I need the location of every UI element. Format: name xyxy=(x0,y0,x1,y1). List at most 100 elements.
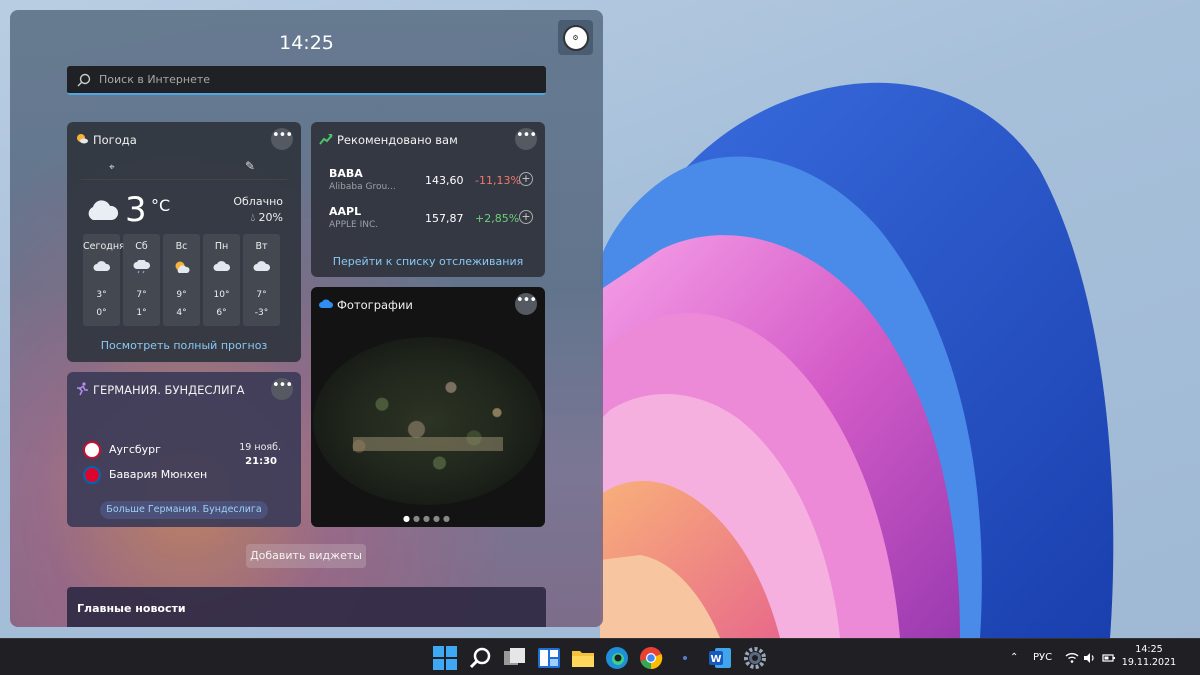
team-row[interactable]: Аугсбург xyxy=(83,441,161,459)
onedrive-cloud-icon xyxy=(319,299,333,308)
precipitation: 💧︎ 20% xyxy=(251,211,283,225)
cloud-icon xyxy=(253,261,271,271)
weather-title: Погода xyxy=(93,133,137,147)
clock-date: 19.11.2021 xyxy=(1121,657,1177,668)
settings-icon[interactable] xyxy=(742,645,768,671)
cloud-icon xyxy=(213,261,231,271)
cloud-icon xyxy=(88,200,119,220)
match-date: 19 нояб. xyxy=(239,442,281,453)
stocks-more-button[interactable]: ••• xyxy=(515,128,537,150)
stock-symbol: AAPL xyxy=(329,205,362,218)
add-widgets-button[interactable]: Добавить виджеты xyxy=(246,544,366,568)
day-low: 6° xyxy=(216,308,227,318)
add-to-watchlist-icon[interactable]: + xyxy=(519,210,533,224)
day-name: Вс xyxy=(175,241,188,252)
user-avatar[interactable]: ⚙ xyxy=(558,20,593,55)
clock-time: 14:25 xyxy=(1135,644,1163,655)
day-high: 9° xyxy=(176,290,187,300)
photo-detail xyxy=(353,437,503,451)
day-low: -3° xyxy=(254,308,269,318)
weather-condition: Облачно xyxy=(233,195,283,208)
augsburg-logo-icon xyxy=(83,441,101,459)
day-name: Сегодня xyxy=(83,241,125,252)
word-icon[interactable]: W xyxy=(707,645,733,671)
taskbar-clock[interactable]: 14:25 19.11.2021 xyxy=(1120,643,1178,669)
start-icon[interactable] xyxy=(432,645,458,671)
photo-image[interactable] xyxy=(313,337,543,505)
search-input[interactable] xyxy=(99,73,519,86)
file-explorer-icon[interactable] xyxy=(570,645,596,671)
stock-row[interactable]: AAPL APPLE INC. 157,87 +2,85% + xyxy=(329,205,533,237)
partly-sunny-icon xyxy=(175,261,190,273)
team-row[interactable]: Бавария Мюнхен xyxy=(83,466,207,484)
photos-title: Фотографии xyxy=(337,298,413,312)
volume-icon[interactable] xyxy=(1083,639,1097,675)
forecast-day[interactable]: Пн 10° 6° xyxy=(203,234,240,326)
bundesliga-title: ГЕРМАНИЯ. БУНДЕСЛИГА xyxy=(93,383,245,397)
stock-name: Alibaba Grou... xyxy=(329,182,396,192)
task-view-icon[interactable] xyxy=(502,645,528,671)
edge-icon[interactable] xyxy=(604,645,630,671)
weather-widget[interactable]: Погода ••• ⌖ ✎ 3 °C Облачно 💧︎ 20% Сегод… xyxy=(67,122,301,362)
day-high: 3° xyxy=(96,290,107,300)
full-forecast-link[interactable]: Посмотреть полный прогноз xyxy=(67,339,301,352)
forecast-day[interactable]: Вт 7° -3° xyxy=(243,234,280,326)
stock-row[interactable]: BABA Alibaba Grou... 143,60 -11,13% + xyxy=(329,167,533,199)
current-temperature: 3 xyxy=(125,190,147,230)
search-icon[interactable] xyxy=(467,645,493,671)
stocks-title: Рекомендовано вам xyxy=(337,133,458,147)
running-icon xyxy=(77,382,88,396)
forecast-day[interactable]: Сб 7° 1° xyxy=(123,234,160,326)
bayern-logo-icon xyxy=(83,466,101,484)
panel-clock: 14:25 xyxy=(279,32,334,54)
app-icon[interactable] xyxy=(672,645,698,671)
taskbar: W ⌃ РУС 14:25 19.11.2021 xyxy=(0,638,1200,675)
wifi-icon[interactable] xyxy=(1065,639,1079,675)
day-high: 7° xyxy=(256,290,267,300)
top-news-title: Главные новости xyxy=(77,602,186,615)
chrome-icon[interactable] xyxy=(638,645,664,671)
photos-widget[interactable]: Фотографии ••• ●●●●● xyxy=(311,287,545,527)
sport-more-button[interactable]: ••• xyxy=(271,378,293,400)
temperature-unit[interactable]: °C xyxy=(151,196,170,215)
forecast-day[interactable]: Вс 9° 4° xyxy=(163,234,200,326)
location-icon[interactable]: ⌖ xyxy=(109,162,115,173)
weather-location-row: ⌖ ✎ xyxy=(81,158,287,180)
day-high: 10° xyxy=(213,290,230,300)
widgets-panel: 14:25 ⚙ Погода ••• ⌖ ✎ 3 °C Облачно 💧︎ 2… xyxy=(10,10,603,627)
weather-more-button[interactable]: ••• xyxy=(271,128,293,150)
edit-icon[interactable]: ✎ xyxy=(245,159,255,173)
stock-symbol: BABA xyxy=(329,167,363,180)
match-time: 21:30 xyxy=(245,456,277,467)
add-to-watchlist-icon[interactable]: + xyxy=(519,172,533,186)
tray-chevron-up-icon[interactable]: ⌃ xyxy=(1010,639,1018,675)
battery-icon[interactable] xyxy=(1102,639,1116,675)
stock-price: 143,60 xyxy=(425,174,464,187)
cloud-rain-icon xyxy=(133,260,150,274)
precipitation-value: 20% xyxy=(258,211,283,224)
team-name: Аугсбург xyxy=(109,443,161,456)
day-low: 0° xyxy=(96,308,107,318)
bundesliga-widget[interactable]: ГЕРМАНИЯ. БУНДЕСЛИГА ••• Аугсбург Бавари… xyxy=(67,372,301,527)
more-bundesliga-button[interactable]: Больше Германия. Бундеслига xyxy=(100,501,268,519)
top-news-section[interactable]: Главные новости xyxy=(67,587,546,627)
web-search-box[interactable] xyxy=(67,66,546,95)
weather-sun-icon xyxy=(77,134,88,144)
stocks-widget[interactable]: Рекомендовано вам ••• BABA Alibaba Grou.… xyxy=(311,122,545,277)
cloud-icon xyxy=(93,261,111,271)
widgets-icon[interactable] xyxy=(536,645,562,671)
watchlist-link[interactable]: Перейти к списку отслеживания xyxy=(311,255,545,268)
stock-change: -11,13% xyxy=(475,174,521,187)
day-high: 7° xyxy=(136,290,147,300)
input-language[interactable]: РУС xyxy=(1033,639,1052,675)
avatar-image: ⚙ xyxy=(562,24,589,51)
stock-name: APPLE INC. xyxy=(329,220,379,230)
day-low: 4° xyxy=(176,308,187,318)
stock-price: 157,87 xyxy=(425,212,464,225)
photo-carousel-dots[interactable]: ●●●●● xyxy=(311,514,545,523)
day-name: Сб xyxy=(135,241,148,252)
forecast-days: Сегодня 3° 0° Сб 7° 1° Вс 9° 4° Пн 10° 6… xyxy=(83,234,280,326)
photos-more-button[interactable]: ••• xyxy=(515,293,537,315)
svg-text:W: W xyxy=(710,654,721,665)
forecast-day[interactable]: Сегодня 3° 0° xyxy=(83,234,125,326)
